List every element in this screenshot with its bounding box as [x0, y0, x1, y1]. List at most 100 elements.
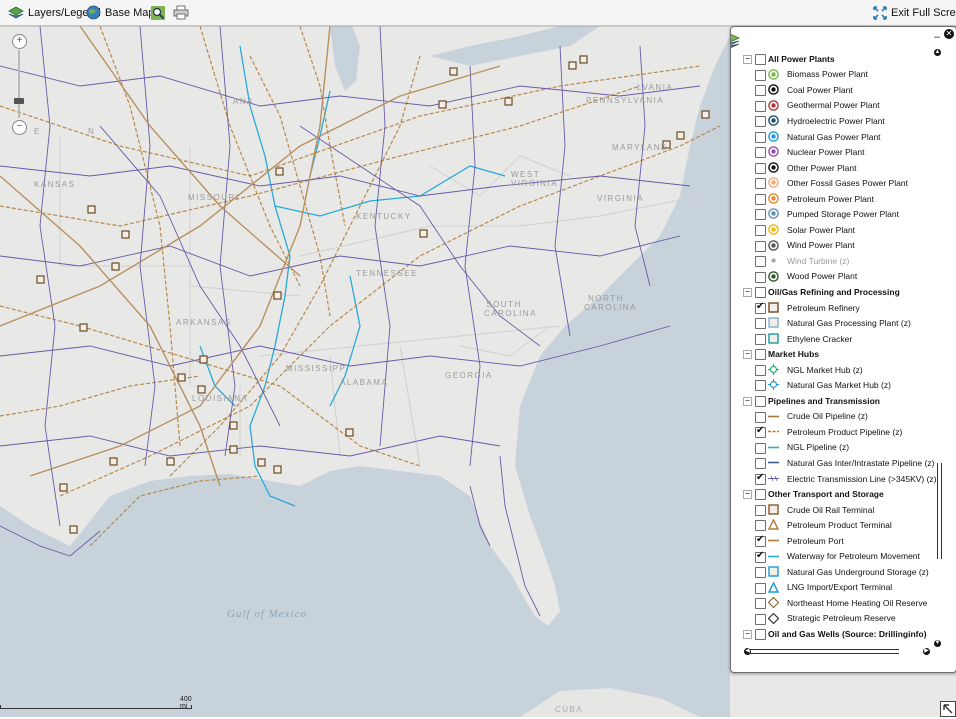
legend-item[interactable]: Petroleum Product Pipeline (z)	[731, 424, 936, 440]
layer-checkbox[interactable]	[755, 598, 766, 610]
legend-item[interactable]: Other Power Plant	[731, 160, 936, 176]
layer-checkbox[interactable]	[755, 582, 766, 594]
legend-item[interactable]: Wind Turbine (z)	[731, 253, 936, 269]
group-checkbox[interactable]	[755, 287, 766, 299]
expand-collapse-icon[interactable]: −	[743, 350, 752, 360]
legend-group[interactable]: − Oil and Gas Wells (Source: Drillinginfo…	[731, 626, 936, 642]
layer-checkbox[interactable]	[755, 333, 766, 345]
layer-checkbox[interactable]	[755, 425, 766, 439]
legend-group[interactable]: − Other Transport and Storage	[731, 486, 936, 502]
legend-item[interactable]: Nuclear Power Plant	[731, 144, 936, 160]
legend-item[interactable]: Pumped Storage Power Plant	[731, 206, 936, 222]
horizontal-scrollbar[interactable]	[749, 649, 899, 654]
close-panel-button[interactable]: ✕	[944, 29, 954, 39]
legend-item[interactable]: Natural Gas Underground Storage (z)	[731, 564, 936, 580]
group-checkbox[interactable]	[755, 349, 766, 361]
legend-group[interactable]: − Market Hubs	[731, 346, 936, 362]
layer-checkbox[interactable]	[755, 116, 766, 128]
legend-item[interactable]: NGL Market Hub (z)	[731, 362, 936, 378]
layer-checkbox[interactable]	[755, 209, 766, 221]
legend-item[interactable]: Crude Oil Rail Terminal	[731, 502, 936, 518]
layer-checkbox[interactable]	[755, 318, 766, 330]
layer-checkbox[interactable]	[755, 380, 766, 392]
layer-checkbox[interactable]	[755, 85, 766, 97]
expand-collapse-icon[interactable]: −	[743, 397, 752, 407]
resize-corner-icon[interactable]	[940, 701, 956, 717]
legend-item[interactable]: Petroleum Product Terminal	[731, 517, 936, 533]
layer-checkbox[interactable]	[755, 520, 766, 532]
legend-item[interactable]: Natural Gas Power Plant	[731, 129, 936, 145]
legend-item[interactable]: Hydroelectric Power Plant	[731, 113, 936, 129]
layer-checkbox[interactable]	[755, 147, 766, 159]
legend-item[interactable]: Other Fossil Gases Power Plant	[731, 175, 936, 191]
legend-item[interactable]: Biomass Power Plant	[731, 67, 936, 83]
zoom-thumb[interactable]	[14, 98, 24, 104]
legend-item[interactable]: NGL Pipeline (z)	[731, 440, 936, 456]
scroll-down-icon[interactable]: ▼	[934, 640, 941, 647]
layer-checkbox[interactable]	[755, 534, 766, 547]
expand-collapse-icon[interactable]: −	[743, 490, 752, 500]
group-checkbox[interactable]	[755, 489, 766, 501]
layer-checkbox[interactable]	[755, 225, 766, 237]
legend-item[interactable]: Petroleum Power Plant	[731, 191, 936, 207]
layer-checkbox[interactable]	[755, 364, 766, 376]
legend-item[interactable]: Natural Gas Processing Plant (z)	[731, 315, 936, 331]
legend-item[interactable]: Natural Gas Inter/Intrastate Pipeline (z…	[731, 455, 936, 471]
legend-item[interactable]: Petroleum Port	[731, 533, 936, 549]
legend-item[interactable]: Waterway for Petroleum Movement	[731, 549, 936, 565]
layer-checkbox[interactable]	[755, 69, 766, 81]
zoom-in-button[interactable]: +	[12, 34, 27, 49]
layer-checkbox[interactable]	[755, 162, 766, 174]
layer-checkbox[interactable]	[755, 472, 766, 485]
layer-checkbox[interactable]	[755, 504, 766, 516]
layer-checkbox[interactable]	[755, 458, 766, 470]
base-maps-button[interactable]: Base Maps	[86, 4, 160, 21]
layer-checkbox[interactable]	[755, 178, 766, 190]
legend-group[interactable]: − All Power Plants	[731, 51, 936, 67]
layer-checkbox[interactable]	[755, 613, 766, 625]
legend-item[interactable]: Crude Oil Pipeline (z)	[731, 409, 936, 425]
layer-checkbox[interactable]	[755, 550, 766, 563]
exit-full-screen-button[interactable]: Exit Full Screen	[873, 4, 956, 21]
group-label: Oil and Gas Wells (Source: Drillinginfo)	[768, 629, 927, 639]
layer-checkbox[interactable]	[755, 240, 766, 252]
layer-checkbox[interactable]	[755, 100, 766, 112]
layer-checkbox[interactable]	[755, 256, 766, 268]
vertical-scrollbar[interactable]	[937, 463, 942, 559]
group-checkbox[interactable]	[755, 629, 766, 641]
minimize-panel-button[interactable]: –	[934, 31, 940, 43]
layer-checkbox[interactable]	[755, 271, 766, 283]
zoom-out-button[interactable]: −	[12, 120, 27, 135]
zoom-search-button[interactable]	[151, 4, 165, 21]
legend-group[interactable]: − Pipelines and Transmission	[731, 393, 936, 409]
zoom-track[interactable]	[18, 50, 20, 118]
legend-item-label: Strategic Petroleum Reserve	[787, 613, 896, 624]
layer-checkbox[interactable]	[755, 411, 766, 423]
legend-item[interactable]: Geothermal Power Plant	[731, 98, 936, 114]
layer-checkbox[interactable]	[755, 567, 766, 579]
group-checkbox[interactable]	[755, 396, 766, 408]
legend-item[interactable]: Electric Transmission Line (>345KV) (z)	[731, 471, 936, 487]
legend-group[interactable]: − Oil/Gas Refining and Processing	[731, 284, 936, 300]
legend-item[interactable]: Strategic Petroleum Reserve	[731, 611, 936, 627]
scroll-right-icon[interactable]: ▶	[923, 648, 930, 655]
layer-checkbox[interactable]	[755, 131, 766, 143]
zoom-slider[interactable]: + −	[11, 34, 27, 135]
legend-item[interactable]: Petroleum Refinery	[731, 300, 936, 316]
layer-checkbox[interactable]	[755, 193, 766, 205]
legend-item[interactable]: LNG Import/Export Terminal	[731, 580, 936, 596]
group-checkbox[interactable]	[755, 54, 766, 65]
legend-item[interactable]: Ethylene Cracker	[731, 331, 936, 347]
print-button[interactable]	[173, 4, 189, 21]
expand-collapse-icon[interactable]: −	[743, 55, 752, 64]
legend-item[interactable]: Wood Power Plant	[731, 269, 936, 285]
legend-item[interactable]: Solar Power Plant	[731, 222, 936, 238]
legend-item[interactable]: Natural Gas Market Hub (z)	[731, 377, 936, 393]
layer-checkbox[interactable]	[755, 442, 766, 454]
legend-item[interactable]: Wind Power Plant	[731, 238, 936, 254]
legend-item[interactable]: Coal Power Plant	[731, 82, 936, 98]
expand-collapse-icon[interactable]: −	[743, 630, 752, 640]
expand-collapse-icon[interactable]: −	[743, 288, 752, 298]
layer-checkbox[interactable]	[755, 301, 766, 314]
legend-item[interactable]: Northeast Home Heating Oil Reserve	[731, 595, 936, 611]
